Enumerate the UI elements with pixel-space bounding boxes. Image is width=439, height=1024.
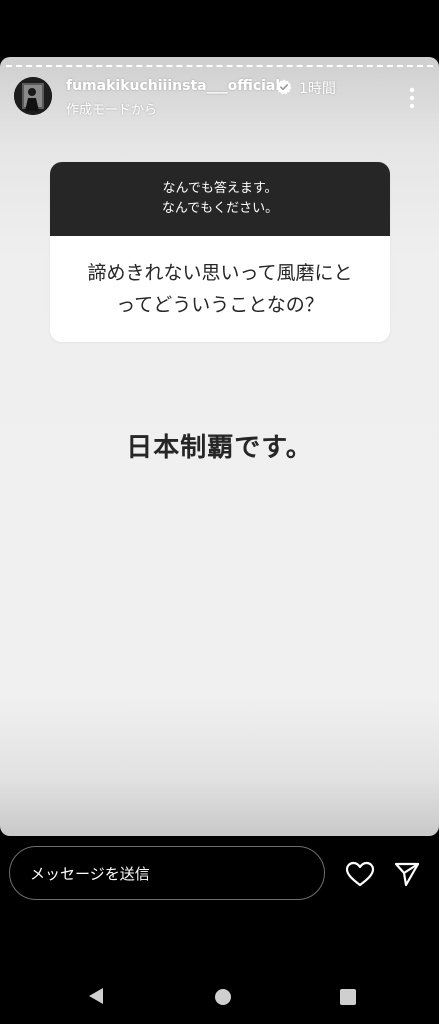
story-timestamp: 1時間 <box>299 81 336 97</box>
question-sticker-body: 諦めきれない思いって風磨にと ってどういうことなの？ <box>50 236 390 342</box>
heart-icon[interactable] <box>345 861 375 887</box>
story-header: fumakikuchiiinsta___official 1時間 作成モードから <box>14 77 425 118</box>
message-input[interactable]: メッセージを送信 <box>9 846 325 900</box>
recents-square-icon[interactable] <box>340 989 356 1005</box>
question-prompt-line: なんでもください。 <box>161 201 279 216</box>
question-prompt-line: なんでも答えます。 <box>162 181 278 196</box>
story-viewer[interactable]: fumakikuchiiinsta___official 1時間 作成モードから… <box>0 57 439 836</box>
reply-bar: メッセージを送信 <box>0 836 439 914</box>
story-subtitle: 作成モードから <box>66 103 158 118</box>
story-progress-bar <box>6 65 433 67</box>
story-username[interactable]: fumakikuchiiinsta___official <box>66 78 280 94</box>
home-circle-icon[interactable] <box>215 989 231 1005</box>
more-vertical-icon[interactable] <box>409 87 415 109</box>
question-sticker: なんでも答えます。 なんでもください。 諦めきれない思いって風磨にと ってどうい… <box>50 162 390 342</box>
back-triangle-icon[interactable] <box>87 987 105 1005</box>
avatar[interactable] <box>14 77 52 115</box>
system-navigation-bar <box>0 964 439 1024</box>
submitted-question-line: ってどういうことなの？ <box>116 294 324 316</box>
verified-badge-icon <box>276 79 292 95</box>
send-paper-plane-icon[interactable] <box>394 861 420 887</box>
answer-text: 日本制覇です。 <box>126 433 313 463</box>
submitted-question-line: 諦めきれない思いって風磨にと <box>87 262 353 284</box>
question-sticker-header: なんでも答えます。 なんでもください。 <box>50 162 390 236</box>
